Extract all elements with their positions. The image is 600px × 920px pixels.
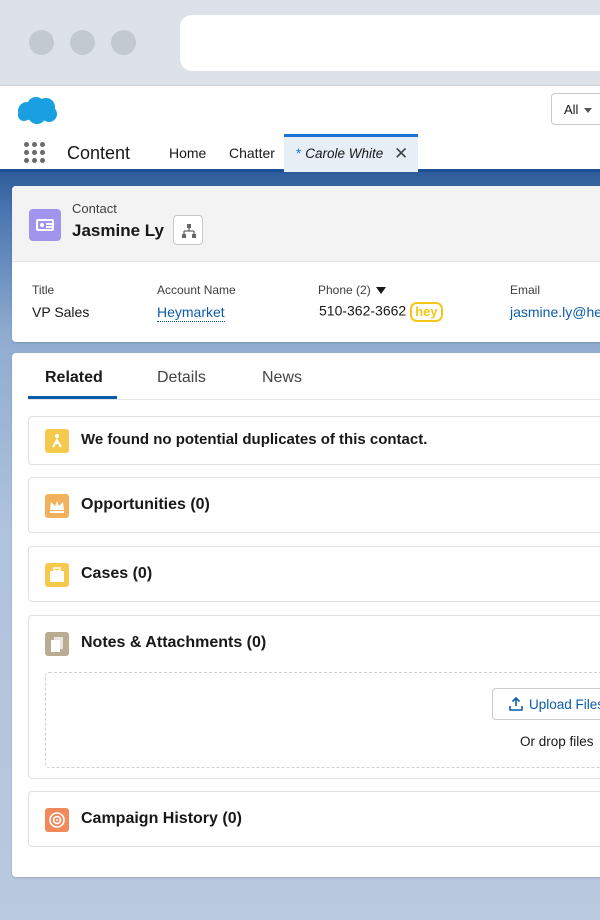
duplicates-card: We found no potential duplicates of this…	[28, 416, 600, 465]
crown-icon	[45, 494, 69, 518]
briefcase-icon	[45, 563, 69, 587]
title-value: VP Sales	[32, 304, 90, 320]
account-name-label: Account Name	[157, 283, 236, 297]
search-scope-select[interactable]: All	[551, 93, 600, 125]
caret-down-icon	[375, 287, 386, 295]
app-name: Content	[67, 143, 131, 163]
related-panel: Related Details News We found no potenti…	[12, 353, 600, 877]
heymarket-hey-icon[interactable]: hey	[410, 302, 443, 322]
address-bar[interactable]	[180, 15, 600, 71]
salesforce-cloud-icon[interactable]	[15, 94, 59, 126]
campaign-target-icon	[45, 808, 69, 832]
active-tab-indicator	[28, 396, 117, 399]
window-close-dot[interactable]	[29, 30, 54, 55]
file-icon	[45, 632, 69, 656]
window-minimize-dot[interactable]	[70, 30, 95, 55]
chevron-down-icon	[584, 108, 593, 114]
campaign-history-title[interactable]: Campaign History (0)	[81, 810, 242, 828]
window-maximize-dot[interactable]	[111, 30, 136, 55]
object-type-label: Contact	[72, 201, 117, 216]
contact-card-icon	[29, 209, 61, 241]
file-drop-zone[interactable]: Upload Files Or drop files	[45, 672, 600, 768]
cases-card: Cases (0)	[28, 546, 600, 602]
campaign-history-card: Campaign History (0)	[28, 791, 600, 847]
unsaved-marker: *	[296, 146, 302, 161]
title-label: Title	[32, 283, 55, 297]
tabs-divider	[28, 399, 600, 400]
tab-details[interactable]: Details	[157, 369, 206, 387]
tab-carole-white[interactable]: * Carole White ✕	[284, 134, 418, 172]
close-tab-icon[interactable]: ✕	[394, 144, 408, 164]
tab-label: Carole White	[305, 146, 384, 161]
nav-item-chatter[interactable]: Chatter	[229, 145, 275, 161]
search-scope-label: All	[564, 102, 579, 117]
app-launcher-icon[interactable]	[24, 142, 46, 164]
notes-attachments-card: Notes & Attachments (0) Upload Files Or …	[28, 615, 600, 779]
email-label: Email	[510, 283, 541, 297]
global-header: All	[0, 86, 600, 134]
browser-toolbar	[0, 0, 600, 86]
navigation-bar: Content Home Chatter * Carole White ✕	[0, 134, 600, 172]
duplicate-person-icon	[45, 429, 69, 453]
record-header: Contact Jasmine Ly	[12, 186, 600, 262]
cases-title[interactable]: Cases (0)	[81, 565, 152, 583]
record-highlights-panel: Contact Jasmine Ly Title VP Sales Accoun…	[12, 186, 600, 342]
opportunities-title[interactable]: Opportunities (0)	[81, 496, 210, 514]
duplicates-message: We found no potential duplicates of this…	[81, 431, 428, 448]
upload-files-button[interactable]: Upload Files	[492, 688, 600, 720]
notes-attachments-title[interactable]: Notes & Attachments (0)	[81, 634, 266, 652]
hierarchy-button[interactable]	[173, 215, 203, 245]
drop-files-hint: Or drop files	[520, 734, 594, 749]
phone-label[interactable]: Phone (2)	[318, 283, 386, 297]
opportunities-card: Opportunities (0)	[28, 477, 600, 533]
record-name: Jasmine Ly	[72, 221, 164, 240]
phone-value: 510-362-3662 hey	[319, 302, 443, 322]
email-link[interactable]: jasmine.ly@heymarket.com	[510, 304, 600, 320]
upload-icon	[509, 697, 523, 711]
account-name-link[interactable]: Heymarket	[157, 304, 225, 322]
tab-news[interactable]: News	[262, 369, 302, 387]
tab-related[interactable]: Related	[45, 369, 103, 387]
hierarchy-icon	[182, 224, 196, 238]
nav-item-home[interactable]: Home	[169, 145, 206, 161]
